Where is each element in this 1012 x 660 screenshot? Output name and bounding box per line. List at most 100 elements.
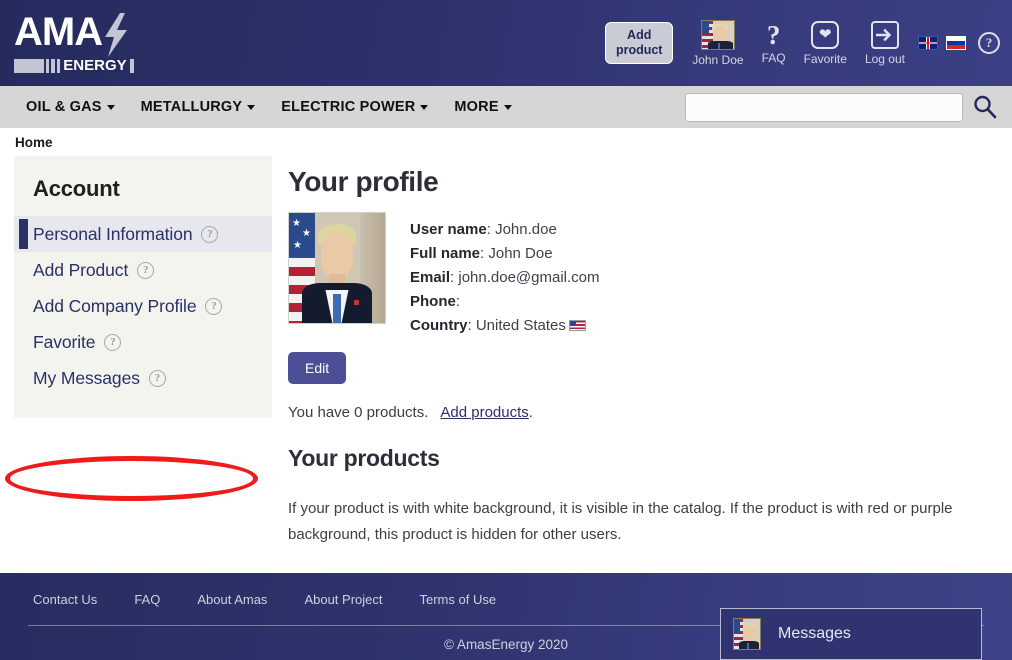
messages-label: Messages bbox=[778, 625, 851, 642]
site-header: AMA ENERGY Add product John Doe ? FAQ ❤ … bbox=[0, 0, 1012, 86]
profile-summary: ★ ★ ★ User name: John.doe Full name: Joh… bbox=[288, 212, 992, 338]
sidebar-item-label: Favorite bbox=[33, 331, 96, 352]
profile-photo: ★ ★ ★ bbox=[288, 212, 386, 324]
field-value: john.doe@gmail.com bbox=[458, 269, 600, 286]
help-icon[interactable]: ? bbox=[104, 333, 122, 351]
profile-main: Your profile ★ ★ ★ User name: John.doe F… bbox=[272, 156, 1012, 556]
field-country: Country: United States bbox=[410, 314, 600, 338]
sidebar-item-add-company-profile[interactable]: Add Company Profile ? bbox=[14, 288, 272, 324]
add-products-link[interactable]: Add products bbox=[440, 404, 528, 421]
nav-label: MORE bbox=[454, 99, 499, 115]
footer-link-about-project[interactable]: About Project bbox=[304, 592, 382, 607]
breadcrumb: Home bbox=[0, 128, 1012, 156]
add-product-line1: Add bbox=[627, 28, 652, 42]
products-section-title: Your products bbox=[288, 445, 440, 471]
lightning-bolt-icon bbox=[105, 13, 128, 57]
field-label: Country bbox=[410, 317, 468, 334]
field-value: John Doe bbox=[488, 245, 553, 262]
nav-label: OIL & GAS bbox=[26, 99, 102, 115]
footer-link-faq[interactable]: FAQ bbox=[134, 592, 160, 607]
sidebar-item-favorite[interactable]: Favorite ? bbox=[14, 324, 272, 360]
nav-item-metallurgy[interactable]: METALLURGY bbox=[141, 99, 256, 115]
search-button[interactable] bbox=[972, 94, 998, 120]
field-value: United States bbox=[475, 317, 566, 334]
nav-item-more[interactable]: MORE bbox=[454, 99, 512, 115]
header-actions: Add product John Doe ? FAQ ❤ Favorite Lo… bbox=[605, 0, 1012, 86]
page-title: Your profile bbox=[288, 166, 439, 197]
field-label: User name bbox=[410, 221, 487, 238]
chevron-down-icon bbox=[106, 104, 115, 110]
add-product-button[interactable]: Add product bbox=[605, 22, 674, 64]
faq-label: FAQ bbox=[761, 50, 786, 65]
search-area bbox=[685, 92, 1012, 122]
breadcrumb-home[interactable]: Home bbox=[15, 135, 53, 150]
help-icon[interactable]: ? bbox=[148, 369, 166, 387]
field-label: Email bbox=[410, 269, 451, 286]
en-flag-icon[interactable] bbox=[918, 36, 938, 50]
products-count-text: You have 0 products. bbox=[288, 404, 429, 421]
nav-item-oil-gas[interactable]: OIL & GAS bbox=[26, 99, 115, 115]
footer-link-about-amas[interactable]: About Amas bbox=[197, 592, 267, 607]
favorite-label: Favorite bbox=[803, 51, 847, 66]
field-label: Phone bbox=[410, 293, 456, 310]
field-full-name: Full name: John Doe bbox=[410, 245, 553, 262]
question-mark-icon: ? bbox=[766, 19, 781, 50]
nav-label: METALLURGY bbox=[140, 99, 243, 115]
chevron-down-icon bbox=[420, 104, 429, 110]
account-sidebar: Account Personal Information ? Add Produ… bbox=[14, 156, 272, 418]
help-icon[interactable]: ? bbox=[205, 297, 223, 315]
products-count-line: You have 0 products. Add products. bbox=[288, 404, 992, 421]
faq-link[interactable]: ? FAQ bbox=[761, 19, 786, 65]
us-flag-icon bbox=[568, 320, 586, 331]
messages-widget[interactable]: Messages bbox=[720, 608, 982, 660]
search-icon bbox=[974, 95, 997, 119]
chevron-down-icon bbox=[503, 104, 512, 110]
ru-flag-icon[interactable] bbox=[946, 36, 966, 50]
logout-label: Log out bbox=[864, 51, 905, 66]
nav-label: ELECTRIC POWER bbox=[281, 99, 416, 115]
chevron-down-icon bbox=[247, 104, 256, 110]
field-phone: Phone: bbox=[410, 293, 461, 310]
sidebar-item-my-messages[interactable]: My Messages ? bbox=[14, 360, 272, 396]
search-input[interactable] bbox=[685, 92, 963, 122]
logo-subtext: ENERGY bbox=[62, 57, 128, 74]
sidebar-item-label: My Messages bbox=[33, 367, 140, 388]
user-profile-link[interactable]: John Doe bbox=[692, 19, 744, 67]
page-root: AMA ENERGY Add product John Doe ? FAQ ❤ … bbox=[0, 0, 1012, 660]
user-name-label: John Doe bbox=[692, 52, 744, 67]
products-note: If your product is with white background… bbox=[288, 500, 953, 543]
sidebar-item-label: Add Product bbox=[33, 259, 129, 280]
field-value: John.doe bbox=[495, 221, 557, 238]
nav-item-electric-power[interactable]: ELECTRIC POWER bbox=[281, 99, 429, 115]
footer-link-terms-of-use[interactable]: Terms of Use bbox=[419, 592, 496, 607]
logout-link[interactable]: Log out bbox=[864, 20, 905, 66]
field-email: Email: john.doe@gmail.com bbox=[410, 269, 600, 286]
favorite-link[interactable]: ❤ Favorite bbox=[803, 20, 847, 66]
page-body: Account Personal Information ? Add Produ… bbox=[0, 156, 1012, 556]
logo-top: AMA bbox=[14, 10, 136, 57]
logo-bottom: ENERGY bbox=[14, 58, 136, 74]
heart-icon: ❤ bbox=[811, 20, 840, 49]
footer-link-contact-us[interactable]: Contact Us bbox=[33, 592, 97, 607]
logout-arrow-icon bbox=[870, 20, 899, 49]
add-product-line2: product bbox=[615, 43, 663, 57]
help-circle-icon[interactable]: ? bbox=[978, 32, 1000, 54]
edit-button[interactable]: Edit bbox=[288, 352, 347, 384]
help-icon[interactable]: ? bbox=[137, 261, 155, 279]
red-ellipse-annotation bbox=[5, 456, 258, 501]
messages-avatar bbox=[733, 618, 761, 650]
sidebar-item-label: Personal Information bbox=[33, 223, 193, 244]
sidebar-item-add-product[interactable]: Add Product ? bbox=[14, 252, 272, 288]
sidebar-item-label: Add Company Profile bbox=[33, 295, 197, 316]
field-label: Full name bbox=[410, 245, 481, 262]
add-products-period: . bbox=[528, 404, 533, 421]
sidebar-title: Account bbox=[33, 176, 120, 201]
logo-wordmark: AMA bbox=[14, 10, 103, 54]
site-logo[interactable]: AMA ENERGY bbox=[14, 12, 136, 74]
field-user-name: User name: John.doe bbox=[410, 221, 557, 238]
sidebar-item-personal-information[interactable]: Personal Information ? bbox=[14, 216, 272, 252]
profile-fields: User name: John.doe Full name: John Doe … bbox=[410, 212, 600, 338]
help-icon[interactable]: ? bbox=[201, 225, 219, 243]
avatar bbox=[700, 19, 735, 50]
main-navigation: OIL & GAS METALLURGY ELECTRIC POWER MORE bbox=[0, 86, 1012, 128]
